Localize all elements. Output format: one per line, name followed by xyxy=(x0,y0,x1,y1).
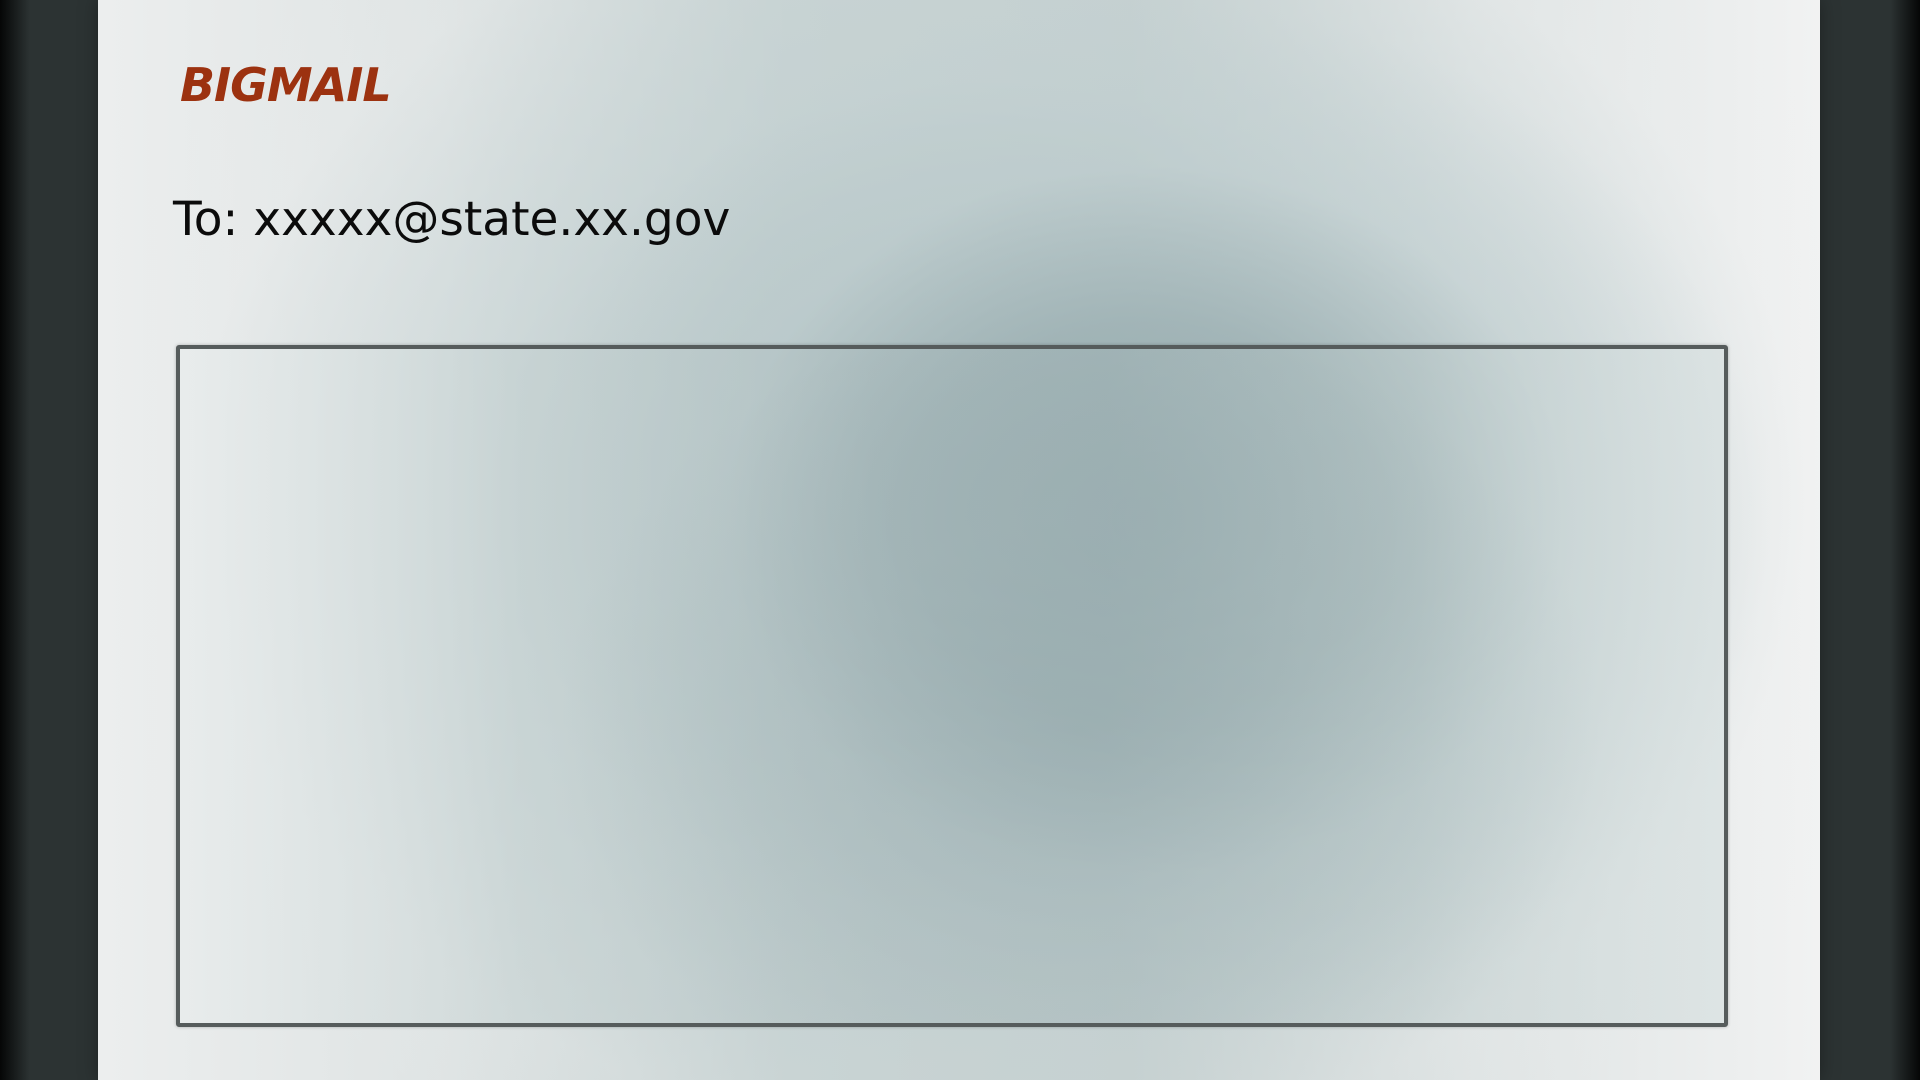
app-logo: BIGMAIL xyxy=(180,58,392,112)
message-body-field[interactable] xyxy=(176,345,1728,1027)
device-frame: BIGMAIL To: xxxxx@state.xx.gov xyxy=(0,0,1920,1080)
recipient-line: To: xxxxx@state.xx.gov xyxy=(173,196,730,243)
to-label: To: xyxy=(173,192,239,247)
recipient-address[interactable]: xxxxx@state.xx.gov xyxy=(253,192,730,247)
mail-compose-window: BIGMAIL To: xxxxx@state.xx.gov xyxy=(98,0,1820,1080)
